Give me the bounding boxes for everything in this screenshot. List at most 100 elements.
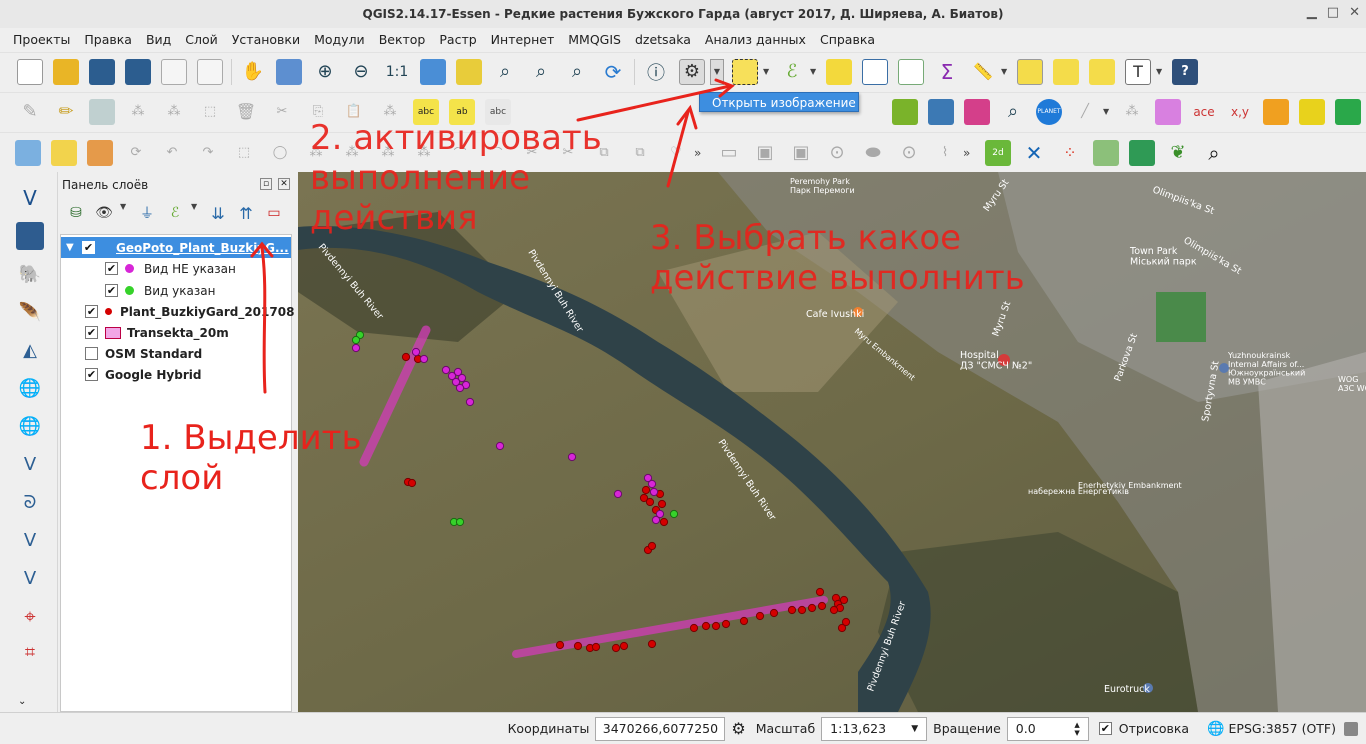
move-feature-icon[interactable]: ⁂: [161, 99, 187, 125]
ace-icon[interactable]: ace: [1191, 99, 1217, 125]
plugin-search-icon[interactable]: ⌕: [1201, 140, 1227, 166]
zoom-last-icon[interactable]: ⌕: [528, 59, 554, 85]
add-feature-icon[interactable]: ⁂: [125, 99, 151, 125]
layer-item-plant[interactable]: ✔ Plant_BuzkiyGard_201708: [85, 301, 294, 322]
undo-icon[interactable]: ↶: [159, 140, 185, 166]
layer-item-google-hybrid[interactable]: ✔ Google Hybrid: [85, 364, 201, 385]
legend-checkbox[interactable]: ✔: [105, 262, 118, 275]
crosshair-icon[interactable]: ⌖: [16, 602, 44, 630]
select-by-expression-icon[interactable]: ℰ: [779, 59, 805, 85]
layer-item-osm[interactable]: OSM Standard: [85, 343, 202, 364]
new-bookmark-icon[interactable]: [1053, 58, 1079, 85]
layer-item-transekta[interactable]: ✔ Transekta_20m: [85, 322, 229, 343]
close-icon[interactable]: ✕: [1349, 5, 1360, 20]
expand-arrow-icon[interactable]: ▼: [66, 242, 76, 253]
add-virtual-layer-icon[interactable]: V: [16, 526, 44, 554]
menu-view[interactable]: Вид: [139, 32, 178, 47]
show-bookmarks-icon[interactable]: [1089, 58, 1115, 85]
statistics-icon[interactable]: Σ: [934, 59, 960, 85]
plugin-leaf-icon[interactable]: ❦: [1165, 140, 1191, 166]
profile-tool-icon[interactable]: ╱: [1072, 99, 1098, 125]
zoom-out-icon[interactable]: ⊖: [348, 59, 374, 85]
layer-visibility-checkbox[interactable]: [85, 347, 98, 360]
menu-edit[interactable]: Правка: [77, 32, 139, 47]
zoom-to-layer-icon[interactable]: ⌕: [492, 59, 518, 85]
plugin-camera-icon[interactable]: [1093, 139, 1119, 166]
legend-item-not-specified[interactable]: ✔ Вид НЕ указан: [105, 258, 236, 279]
zoom-next-icon[interactable]: ⌕: [564, 59, 590, 85]
zoom-full-icon[interactable]: [420, 58, 446, 85]
layer-visibility-checkbox[interactable]: ✔: [85, 305, 98, 318]
menu-help[interactable]: Справка: [813, 32, 882, 47]
plugin-doc-icon[interactable]: [51, 139, 77, 166]
rotation-spinbox[interactable]: 0.0 ▲ ▼: [1006, 716, 1089, 741]
menu-vector[interactable]: Вектор: [372, 32, 433, 47]
add-wcs-layer-icon[interactable]: 🌐: [16, 412, 44, 440]
text-annotation-icon[interactable]: T: [1125, 58, 1151, 85]
more-left-tools-chevron-icon[interactable]: ⌄: [18, 696, 26, 707]
menu-plugins[interactable]: Модули: [307, 32, 372, 47]
add-delimited-text-icon[interactable]: ᘐ: [16, 488, 44, 516]
plugin-2d-icon[interactable]: 2d: [985, 139, 1011, 166]
coords-field[interactable]: 3470266,6077250: [595, 716, 726, 741]
shape-square-icon[interactable]: ▣: [752, 140, 778, 166]
zoom-to-selection-icon[interactable]: [456, 58, 482, 85]
python-console-icon[interactable]: [928, 98, 954, 125]
collapse-all-icon[interactable]: ⇈: [235, 202, 257, 224]
more-tools-chevron2-icon[interactable]: »: [963, 146, 977, 160]
scale-combo[interactable]: 1:13,623 ▼: [821, 716, 928, 741]
select-features-icon[interactable]: [732, 58, 758, 85]
save-as-icon[interactable]: [125, 58, 151, 85]
zoom-native-icon[interactable]: 1:1: [384, 59, 410, 85]
pan-icon[interactable]: ✋: [240, 59, 266, 85]
menu-web[interactable]: Интернет: [484, 32, 562, 47]
new-shapefile-icon[interactable]: V: [16, 564, 44, 592]
shape-ellipse2-icon[interactable]: ⊙: [896, 140, 922, 166]
remove-layer-icon[interactable]: ▭: [263, 202, 285, 224]
plugin-green-tri-icon[interactable]: [1129, 139, 1155, 166]
run-feature-action-dropdown[interactable]: ▼: [710, 58, 724, 85]
plugin-green-icon[interactable]: [892, 98, 918, 125]
grid-plugin-icon[interactable]: [1155, 98, 1181, 125]
add-ring-icon[interactable]: ◯: [267, 140, 293, 166]
legend-item-specified[interactable]: ✔ Вид указан: [105, 280, 215, 301]
add-wfs-layer-icon[interactable]: V: [16, 450, 44, 478]
simplify-icon[interactable]: ⬚: [231, 140, 257, 166]
gps-track-icon[interactable]: ⌗: [16, 638, 44, 666]
select-dropdown[interactable]: ▼: [763, 67, 771, 76]
measure-dropdown[interactable]: ▼: [1001, 67, 1009, 76]
add-raster-layer-icon[interactable]: [16, 222, 44, 250]
layer-visibility-checkbox[interactable]: ✔: [85, 326, 98, 339]
plugin-x-icon[interactable]: ✕: [1021, 140, 1047, 166]
refresh-icon[interactable]: ⟳: [600, 59, 626, 85]
filter-legend-icon[interactable]: ⏚: [136, 202, 158, 224]
style-manager-icon[interactable]: ⛁: [65, 202, 87, 224]
menu-settings[interactable]: Установки: [225, 32, 307, 47]
measure-icon[interactable]: 📏: [970, 59, 996, 85]
plugin-ruler-icon[interactable]: [1299, 98, 1325, 125]
add-wms-layer-icon[interactable]: 🌐: [16, 374, 44, 402]
action-menu-item-open-image[interactable]: Открыть изображение: [699, 92, 859, 112]
field-calculator-icon[interactable]: [898, 58, 924, 85]
maximize-icon[interactable]: □: [1327, 5, 1339, 20]
annotation-dropdown[interactable]: ▼: [1156, 67, 1164, 76]
menu-mmqgis[interactable]: MMQGIS: [561, 32, 628, 47]
filter-expression-icon[interactable]: ℰ: [164, 202, 186, 224]
identify-icon[interactable]: ⓘ: [643, 59, 669, 85]
shape-square2-icon[interactable]: ▣: [788, 140, 814, 166]
add-postgis-layer-icon[interactable]: 🐘: [16, 260, 44, 288]
plugin-gear-icon[interactable]: [1263, 98, 1289, 125]
layer-visibility-checkbox[interactable]: ✔: [82, 241, 95, 254]
shape-ellipse-icon[interactable]: ⬬: [860, 140, 886, 166]
messages-icon[interactable]: [1344, 721, 1358, 736]
node-tool-icon[interactable]: ⬚: [197, 99, 223, 125]
expand-all-icon[interactable]: ⇊: [207, 202, 229, 224]
render-checkbox[interactable]: ✔: [1098, 722, 1112, 735]
current-edits-icon[interactable]: ✎: [17, 99, 43, 125]
panel-float-icon[interactable]: ▫: [260, 178, 272, 190]
run-feature-action-icon[interactable]: ⚙: [679, 58, 705, 85]
layer-item-geopoto[interactable]: ▼ ✔ GeoPoto_Plant_BuzkiyG...: [61, 237, 291, 258]
metasearch-icon[interactable]: ⌕: [1000, 99, 1026, 125]
new-project-icon[interactable]: [17, 58, 43, 85]
crs-globe-icon[interactable]: 🌐: [1207, 721, 1224, 737]
